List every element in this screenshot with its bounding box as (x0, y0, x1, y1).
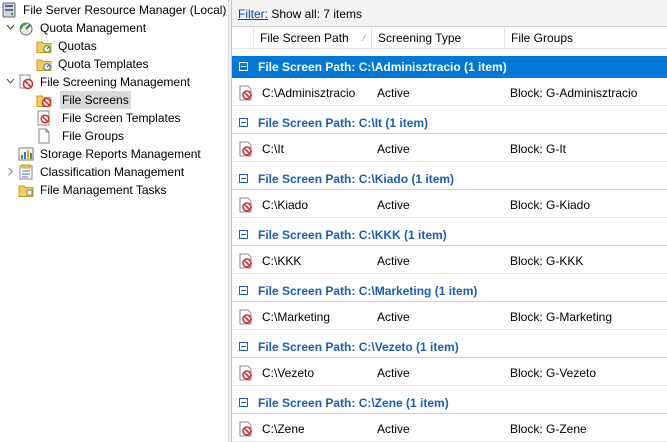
tree-item-label: File Screening Management (40, 75, 191, 89)
block-icon (238, 364, 254, 381)
group-header[interactable]: File Screen Path: C:\KKK (1 item) (232, 224, 667, 246)
cell-file-groups: Block: G-It (510, 142, 567, 156)
cell-file-screen-path: C:\It (262, 142, 285, 156)
cell-screening-type: Active (377, 310, 410, 324)
collapse-icon[interactable] (239, 398, 248, 407)
tree-item-label: Storage Reports Management (40, 147, 201, 161)
quota-template-icon (36, 56, 52, 72)
group-title: File Screen Path: C:\It (1 item) (258, 116, 429, 130)
table-row[interactable]: C:\Zene Active Block: G-Zene (232, 416, 667, 442)
cell-file-groups: Block: G-Adminisztracio (510, 86, 638, 100)
collapse-icon[interactable] (239, 62, 248, 71)
group-title: File Screen Path: C:\Marketing (1 item) (258, 284, 478, 298)
tree-item-label: Quotas (58, 39, 97, 53)
tree-item-label: Quota Management (40, 21, 147, 35)
collapse-icon[interactable] (239, 286, 248, 295)
tree-item-label: Classification Management (40, 165, 185, 179)
block-icon (238, 84, 254, 101)
group-title: File Screen Path: C:\Kiado (1 item) (258, 172, 455, 186)
file-screen-icon (18, 74, 34, 90)
file-screen-icon (36, 92, 52, 108)
block-icon (238, 140, 254, 157)
cell-screening-type: Active (377, 254, 410, 268)
collapse-icon[interactable] (239, 174, 248, 183)
cell-file-groups: Block: G-Zene (510, 422, 587, 436)
chevron-right-icon[interactable] (6, 167, 15, 176)
chevron-down-icon[interactable] (6, 23, 15, 32)
tree-item-label: File Management Tasks (40, 183, 167, 197)
group-header[interactable]: File Screen Path: C:\Marketing (1 item) (232, 280, 667, 302)
cell-screening-type: Active (377, 422, 410, 436)
cell-file-screen-path: C:\Zene (262, 422, 305, 436)
column-header-screening-type[interactable]: Screening Type (372, 28, 505, 48)
column-header-file-screen-path[interactable]: File Screen Path ⁄ (254, 28, 372, 48)
collapse-icon[interactable] (239, 342, 248, 351)
filter-bar: Filter: Show all: 7 items (232, 0, 667, 27)
chevron-down-icon[interactable] (6, 77, 15, 86)
cell-screening-type: Active (377, 366, 410, 380)
results-pane: Filter: Show all: 7 items File Screen Pa… (232, 0, 667, 442)
cell-file-screen-path: C:\KKK (262, 254, 302, 268)
group-header[interactable]: File Screen Path: C:\Vezeto (1 item) (232, 336, 667, 358)
cell-file-screen-path: C:\Marketing (262, 310, 331, 324)
tree-item-label: File Screen Templates (62, 111, 181, 125)
classification-icon (18, 164, 34, 180)
column-header-icon (232, 28, 254, 48)
server-icon (1, 2, 17, 18)
cell-screening-type: Active (377, 142, 410, 156)
cell-file-screen-path: C:\Vezeto (262, 366, 315, 380)
table-row[interactable]: C:\KKK Active Block: G-KKK (232, 248, 667, 274)
group-title: File Screen Path: C:\Adminisztracio (1 i… (258, 60, 507, 74)
quota-folder-icon (36, 38, 52, 54)
report-icon (18, 146, 34, 162)
cell-file-screen-path: C:\Kiado (262, 198, 309, 212)
block-icon (238, 196, 254, 213)
group-title: File Screen Path: C:\KKK (1 item) (258, 228, 447, 242)
filter-summary: Show all: 7 items (268, 7, 363, 21)
file-screen-template-icon (36, 110, 52, 126)
table-row[interactable]: C:\It Active Block: G-It (232, 136, 667, 162)
tree-item-label: File Screens (60, 91, 131, 109)
tree-item-label: Quota Templates (58, 57, 149, 71)
cell-file-groups: Block: G-Vezeto (510, 366, 597, 380)
sort-indicator-icon: ⁄ (363, 33, 365, 43)
block-icon (238, 420, 254, 437)
table-row[interactable]: C:\Vezeto Active Block: G-Vezeto (232, 360, 667, 386)
group-title: File Screen Path: C:\Vezeto (1 item) (258, 340, 459, 354)
collapse-icon[interactable] (239, 118, 248, 127)
group-header[interactable]: File Screen Path: C:\It (1 item) (232, 112, 667, 134)
cell-file-groups: Block: G-Kiado (510, 198, 591, 212)
group-title: File Screen Path: C:\Zene (1 item) (258, 396, 449, 410)
group-header[interactable]: File Screen Path: C:\Zene (1 item) (232, 392, 667, 414)
cell-file-groups: Block: G-Marketing (510, 310, 613, 324)
file-group-icon (36, 128, 52, 144)
group-header[interactable]: File Screen Path: C:\Adminisztracio (1 i… (232, 56, 667, 78)
cell-screening-type: Active (377, 198, 410, 212)
navigation-tree: File Server Resource Manager (Local) Quo… (0, 0, 228, 442)
table-row[interactable]: C:\Kiado Active Block: G-Kiado (232, 192, 667, 218)
collapse-icon[interactable] (239, 230, 248, 239)
tree-item-label: File Server Resource Manager (Local) (23, 3, 227, 17)
filter-link[interactable]: Filter: (238, 7, 268, 21)
column-header-file-groups[interactable]: File Groups (505, 28, 667, 48)
block-icon (238, 308, 254, 325)
group-header[interactable]: File Screen Path: C:\Kiado (1 item) (232, 168, 667, 190)
task-folder-icon (18, 182, 34, 198)
cell-screening-type: Active (377, 86, 410, 100)
column-header-row: File Screen Path ⁄ Screening Type File G… (232, 28, 667, 49)
table-row[interactable]: C:\Adminisztracio Active Block: G-Admini… (232, 80, 667, 106)
quota-icon (18, 20, 34, 36)
cell-file-groups: Block: G-KKK (510, 254, 584, 268)
tree-item-label: File Groups (62, 129, 125, 143)
cell-file-screen-path: C:\Adminisztracio (262, 86, 356, 100)
table-row[interactable]: C:\Marketing Active Block: G-Marketing (232, 304, 667, 330)
block-icon (238, 252, 254, 269)
